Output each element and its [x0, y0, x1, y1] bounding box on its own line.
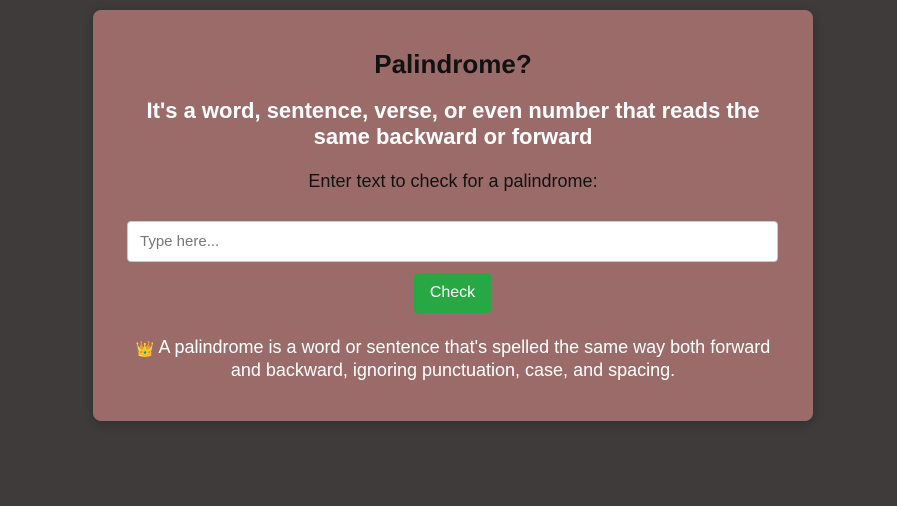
input-prompt-label: Enter text to check for a palindrome:: [308, 171, 598, 191]
info-text: A palindrome is a word or sentence that'…: [158, 337, 771, 380]
info-text-block: 👑 A palindrome is a word or sentence that…: [123, 337, 783, 381]
check-button[interactable]: Check: [414, 273, 491, 313]
page-title: Palindrome?: [374, 49, 532, 79]
page-subtitle: It's a word, sentence, verse, or even nu…: [146, 98, 760, 149]
palindrome-card: Palindrome? It's a word, sentence, verse…: [93, 10, 813, 421]
crown-icon: 👑: [135, 341, 155, 358]
text-input[interactable]: [127, 221, 778, 262]
